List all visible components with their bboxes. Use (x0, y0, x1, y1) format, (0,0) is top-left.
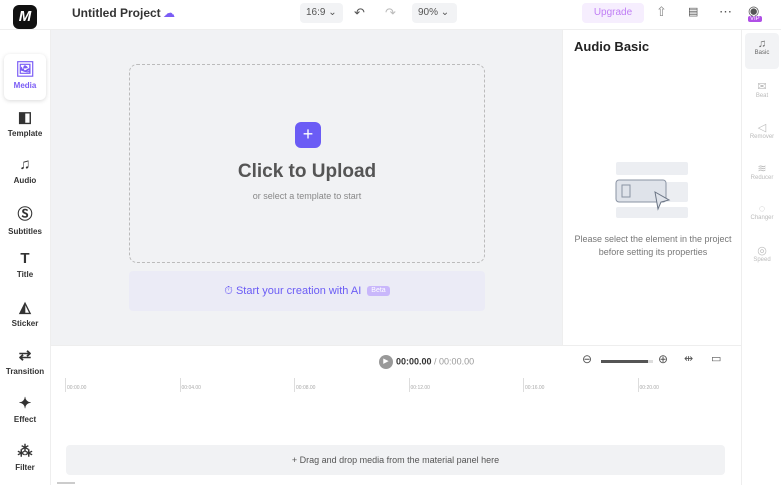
ruler-tick: 00:12.00 (408, 378, 430, 392)
sidebar-item-effect[interactable]: ✦ Effect (4, 388, 46, 434)
upload-title: Click to Upload (237, 161, 377, 182)
timeline: ▶ 00:00.00 / 00:00.00 ⊖ ⊕ ⇹ ▭ 00:00.00 00:… (51, 345, 741, 485)
sidebar-item-filter[interactable]: ⁂ Filter (4, 436, 46, 482)
zoom-in-icon[interactable]: ⊕ (658, 352, 668, 366)
cloud-saved-icon: ☁ (163, 6, 175, 20)
monitor-icon[interactable]: ▭ (711, 352, 721, 365)
changer-icon: ◌ (758, 203, 766, 215)
template-icon: ◧ (17, 109, 33, 126)
sidebar-item-sticker[interactable]: ◭ Sticker (4, 292, 46, 338)
sidebar-item-template[interactable]: ◧ Template (4, 102, 46, 148)
zoom-value: 90% (418, 7, 439, 18)
panel-message: Please select the element in the project… (574, 234, 732, 257)
time-ruler[interactable]: 00:00.00 00:04.00 00:08.00 00:12.00 00:16.00… (65, 378, 741, 392)
sidebar-item-label: Audio (13, 176, 37, 185)
speaker-icon: ◁ (757, 122, 767, 134)
sidebar-item-audio[interactable]: ♫ Audio (4, 150, 46, 196)
empty-state-illustration (615, 162, 688, 218)
zoom-select[interactable]: 90% ⌄ (412, 3, 457, 23)
ruler-tick: 00:16.00 (523, 378, 544, 392)
tool-label: Remover (749, 134, 775, 140)
ai-label: Start your creation with AI (235, 285, 362, 297)
more-icon[interactable]: ⋯ (719, 4, 732, 20)
reducer-icon: ≋ (757, 163, 767, 175)
sidebar-item-label: Effect (13, 415, 37, 424)
tool-basic[interactable]: ♫ Basic (745, 33, 779, 69)
beta-badge: Beta (367, 286, 390, 297)
sidebar-item-subtitles[interactable]: Ⓢ Subtitles (4, 197, 46, 243)
plus-icon[interactable]: + (295, 122, 321, 148)
ruler-tick: 00:08.00 (294, 378, 315, 392)
speed-icon: ◎ (757, 245, 767, 257)
beat-icon: ✉ (757, 81, 767, 93)
sidebar-item-title[interactable]: T Title (4, 244, 46, 290)
sidebar-item-media[interactable]: 🖼 Media (4, 54, 46, 100)
timeline-zoom-slider[interactable] (601, 360, 653, 363)
sidebar-item-label: Transition (5, 367, 45, 376)
ruler-tick: 00:00.00 (65, 378, 86, 392)
tool-reducer[interactable]: ≋ Reducer (745, 157, 779, 193)
ruler-tick: 00:20.00 (637, 378, 659, 392)
sidebar-item-label: Filter (15, 463, 35, 472)
media-drop-track[interactable]: + Drag and drop media from the material … (66, 445, 725, 475)
tool-label: Changer (750, 215, 774, 221)
play-icon[interactable]: ▶ (379, 355, 393, 369)
properties-panel: Audio Basic Please select the element in… (562, 30, 741, 345)
media-icon: 🖼 (15, 61, 35, 78)
filter-icon: ⁂ (17, 443, 33, 460)
effect-icon: ✦ (18, 395, 32, 412)
sidebar-item-transition[interactable]: ⇄ Transition (4, 340, 46, 386)
total-time: / 00:00.00 (434, 356, 475, 367)
panel-title: Audio Basic (574, 39, 650, 54)
account-avatar[interactable]: ◉ VIP (748, 3, 762, 22)
tool-speed[interactable]: ◎ Speed (745, 239, 779, 275)
tool-label: Beat (755, 93, 769, 99)
canvas-area: + Click to Upload or select a template t… (51, 30, 562, 345)
document-icon[interactable]: ▤ (688, 5, 698, 18)
slider-fill (601, 360, 648, 363)
app-logo[interactable]: M (13, 5, 37, 29)
subtitles-icon: Ⓢ (17, 206, 33, 223)
music-icon: ♫ (19, 156, 31, 173)
title-icon: T (20, 250, 30, 267)
ai-creation-button[interactable]: ⏱ Start your creation with AI Beta (129, 271, 485, 311)
sidebar-item-label: Template (7, 129, 43, 138)
aspect-ratio-select[interactable]: 16:9 ⌄ (300, 3, 343, 23)
tool-label: Reducer (750, 175, 774, 181)
music-note-icon: ♫ (757, 38, 767, 50)
horizontal-scrollbar[interactable] (57, 482, 75, 484)
tool-changer[interactable]: ◌ Changer (745, 198, 779, 234)
vip-badge: VIP (748, 16, 762, 22)
sidebar-item-label: Media (13, 81, 37, 90)
aspect-ratio-value: 16:9 (306, 7, 326, 18)
top-bar: M Untitled Project ☁ 16:9 ⌄ ↶ ↷ 90% ⌄ Up… (0, 0, 781, 30)
audio-tools-bar: ♫ Basic ✉ Beat ◁ Remover ≋ Reducer ◌ Changer … (741, 30, 781, 485)
sticker-icon: ◭ (19, 299, 31, 316)
left-sidebar: 🖼 Media ◧ Template ♫ Audio Ⓢ Subtitles T Titl… (0, 30, 51, 485)
upload-cloud-icon[interactable]: ⇧ (656, 4, 667, 20)
transition-icon: ⇄ (18, 347, 32, 364)
ai-icon: ⏱ (224, 285, 236, 297)
tool-remover[interactable]: ◁ Remover (745, 116, 779, 152)
sidebar-item-label: Sticker (11, 319, 39, 328)
upload-dropzone[interactable]: + Click to Upload or select a template t… (129, 64, 485, 263)
fit-icon[interactable]: ⇹ (684, 352, 693, 365)
current-time: 00:00.00 (396, 356, 432, 367)
playback-time: ▶ 00:00.00 / 00:00.00 (379, 355, 474, 369)
sidebar-item-label: Subtitles (8, 227, 42, 236)
undo-icon[interactable]: ↶ (354, 5, 365, 21)
tool-beat[interactable]: ✉ Beat (745, 75, 779, 111)
ruler-tick: 00:04.00 (179, 378, 201, 392)
upload-subtitle: or select a template to start (252, 191, 362, 201)
zoom-out-icon[interactable]: ⊖ (582, 352, 592, 366)
project-title[interactable]: Untitled Project (72, 6, 161, 20)
tool-label: Basic (754, 50, 770, 56)
tool-label: Speed (753, 257, 771, 263)
redo-icon[interactable]: ↷ (385, 5, 396, 21)
upgrade-button[interactable]: Upgrade (582, 3, 644, 23)
sidebar-item-label: Title (16, 270, 34, 279)
